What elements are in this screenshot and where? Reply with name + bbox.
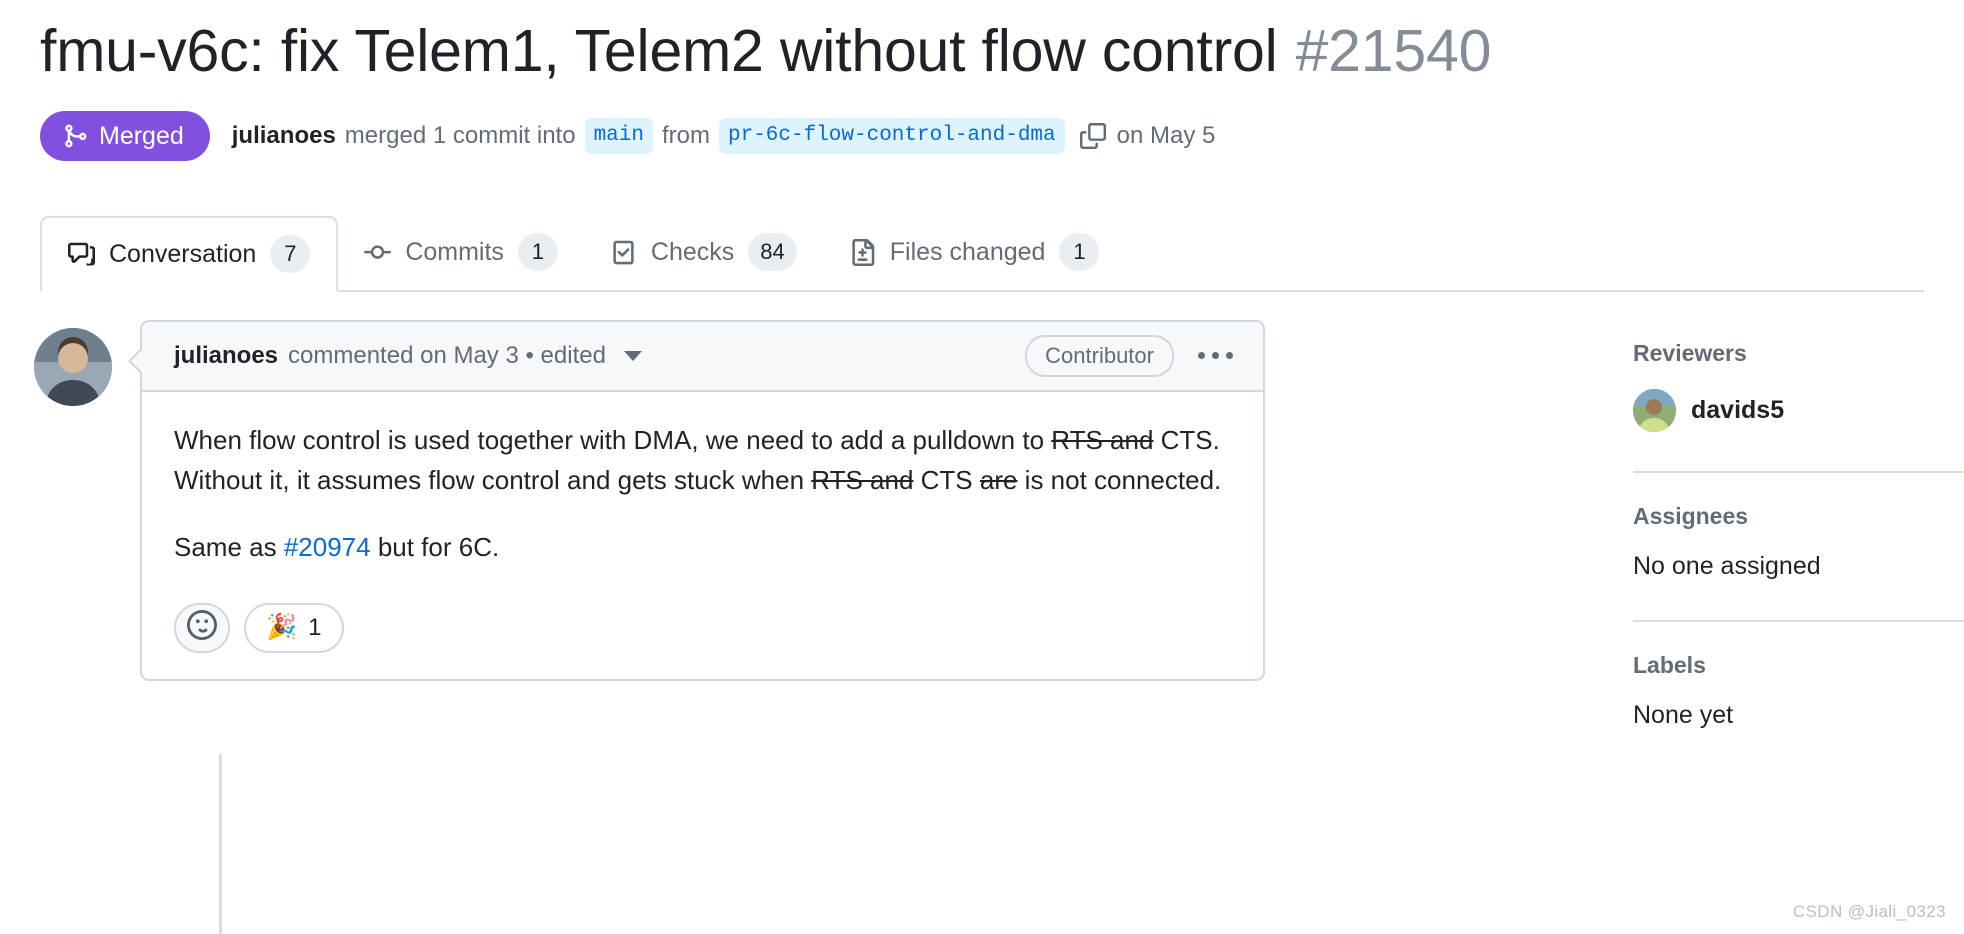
merge-description: julianoes merged 1 commit into main from… (232, 117, 1216, 155)
tab-conversation-label: Conversation (109, 239, 257, 268)
tab-conversation-count: 7 (270, 235, 311, 273)
comment-byline: julianoes commented on May 3 • edited (174, 342, 642, 370)
conversation-content: julianoes commented on May 3 • edited Co… (0, 300, 1964, 934)
tab-checks-count: 84 (748, 233, 797, 271)
tada-reaction-emoji: 🎉 (266, 613, 298, 642)
merge-verb: merged 1 commit into (344, 122, 576, 149)
pr-number: #21540 (1295, 18, 1492, 84)
pull-request-page: fmu-v6c: fix Telem1, Telem2 without flow… (0, 0, 1964, 934)
labels-value: None yet (1633, 701, 1734, 729)
cp2-prefix: Same as (174, 531, 284, 562)
comment-header: julianoes commented on May 3 • edited Co… (142, 322, 1263, 392)
comment-author[interactable]: julianoes (174, 342, 278, 370)
from-label: from (661, 122, 710, 149)
tada-reaction-button[interactable]: 🎉 1 (244, 602, 344, 653)
add-reaction-button[interactable] (174, 602, 230, 653)
comment-paragraph-2: Same as #20974 but for 6C. (174, 527, 1231, 567)
cp1-strike1: RTS and (1051, 425, 1154, 455)
reviewers-heading[interactable]: Reviewers (1633, 340, 1964, 367)
pr-state-row: Merged julianoes merged 1 commit into ma… (40, 111, 1215, 161)
reviewer-name: davids5 (1691, 396, 1785, 424)
tab-files-changed-label: Files changed (889, 237, 1046, 266)
status-badge: Merged (40, 111, 210, 161)
timeline-connector (219, 754, 222, 934)
cp1-strike2: RTS and (811, 465, 914, 496)
pr-title-text: fmu-v6c: fix Telem1, Telem2 without flow… (40, 18, 1278, 84)
reviewer-avatar (1633, 389, 1676, 432)
merge-actor[interactable]: julianoes (232, 122, 336, 150)
cp1-strike3: are (979, 465, 1018, 496)
comment-body: When flow control is used together with … (142, 392, 1263, 589)
role-badge: Contributor (1025, 334, 1174, 378)
reviewer-item[interactable]: davids5 (1633, 389, 1964, 432)
tab-checks-label: Checks (650, 237, 735, 266)
pr-tabs: Conversation 7 Commits 1 Checks 84 Files… (40, 216, 1924, 292)
tab-files-changed[interactable]: Files changed 1 (823, 214, 1126, 290)
sidebar-divider-2 (1633, 620, 1964, 622)
smiley-icon (187, 610, 217, 645)
cp2-suffix: but for 6C. (370, 531, 500, 562)
labels-heading[interactable]: Labels (1633, 652, 1964, 679)
git-merge-icon (62, 123, 88, 149)
cp1-part4: is not connected. (1017, 465, 1222, 496)
chevron-down-icon[interactable] (623, 351, 642, 361)
assignees-value: No one assigned (1633, 552, 1821, 580)
tab-conversation[interactable]: Conversation 7 (40, 216, 339, 292)
head-branch-chip[interactable]: pr-6c-flow-control-and-dma (718, 117, 1065, 155)
cp1-part3: CTS (913, 465, 980, 496)
tab-files-changed-count: 1 (1059, 233, 1100, 271)
sidebar-section-reviewers: Reviewers davids5 (1633, 340, 1964, 438)
comment-timestamp: commented on May 3 • edited (288, 342, 606, 369)
sidebar-divider-1 (1633, 471, 1964, 473)
watermark: CSDN @Jiali_0323 (1792, 902, 1946, 921)
sidebar-section-labels: Labels None yet (1633, 652, 1964, 736)
pr-sidebar: Reviewers davids5 Assignees No one assig… (1633, 340, 1964, 736)
cp1-part1: When flow control is used together with … (174, 425, 1052, 455)
assignees-heading[interactable]: Assignees (1633, 503, 1964, 530)
base-branch-chip[interactable]: main (584, 117, 653, 155)
git-commit-icon (364, 239, 392, 266)
tab-commits-count: 1 (517, 233, 558, 271)
tab-commits-label: Commits (405, 237, 504, 266)
comment-arrow-fill (131, 348, 144, 374)
issue-link-20974[interactable]: #20974 (284, 532, 371, 562)
tab-commits[interactable]: Commits 1 (338, 214, 584, 290)
checklist-icon (610, 239, 637, 266)
comment-paragraph-1: When flow control is used together with … (174, 420, 1231, 501)
copy-icon[interactable] (1079, 123, 1106, 149)
avatar[interactable] (34, 328, 112, 406)
tada-reaction-count: 1 (308, 613, 322, 641)
status-badge-label: Merged (99, 121, 184, 150)
reaction-bar: 🎉 1 (142, 589, 1263, 679)
page-title: fmu-v6c: fix Telem1, Telem2 without flow… (40, 18, 1940, 86)
kebab-horizontal-icon[interactable] (1194, 346, 1237, 365)
comment-header-actions: Contributor (1025, 334, 1237, 378)
merged-date: on May 5 (1116, 122, 1216, 149)
comment-discussion-icon (68, 241, 95, 268)
file-diff-icon (849, 238, 876, 266)
sidebar-section-assignees: Assignees No one assigned (1633, 503, 1964, 587)
tab-checks[interactable]: Checks 84 (584, 214, 823, 290)
comment-card: julianoes commented on May 3 • edited Co… (140, 320, 1265, 681)
